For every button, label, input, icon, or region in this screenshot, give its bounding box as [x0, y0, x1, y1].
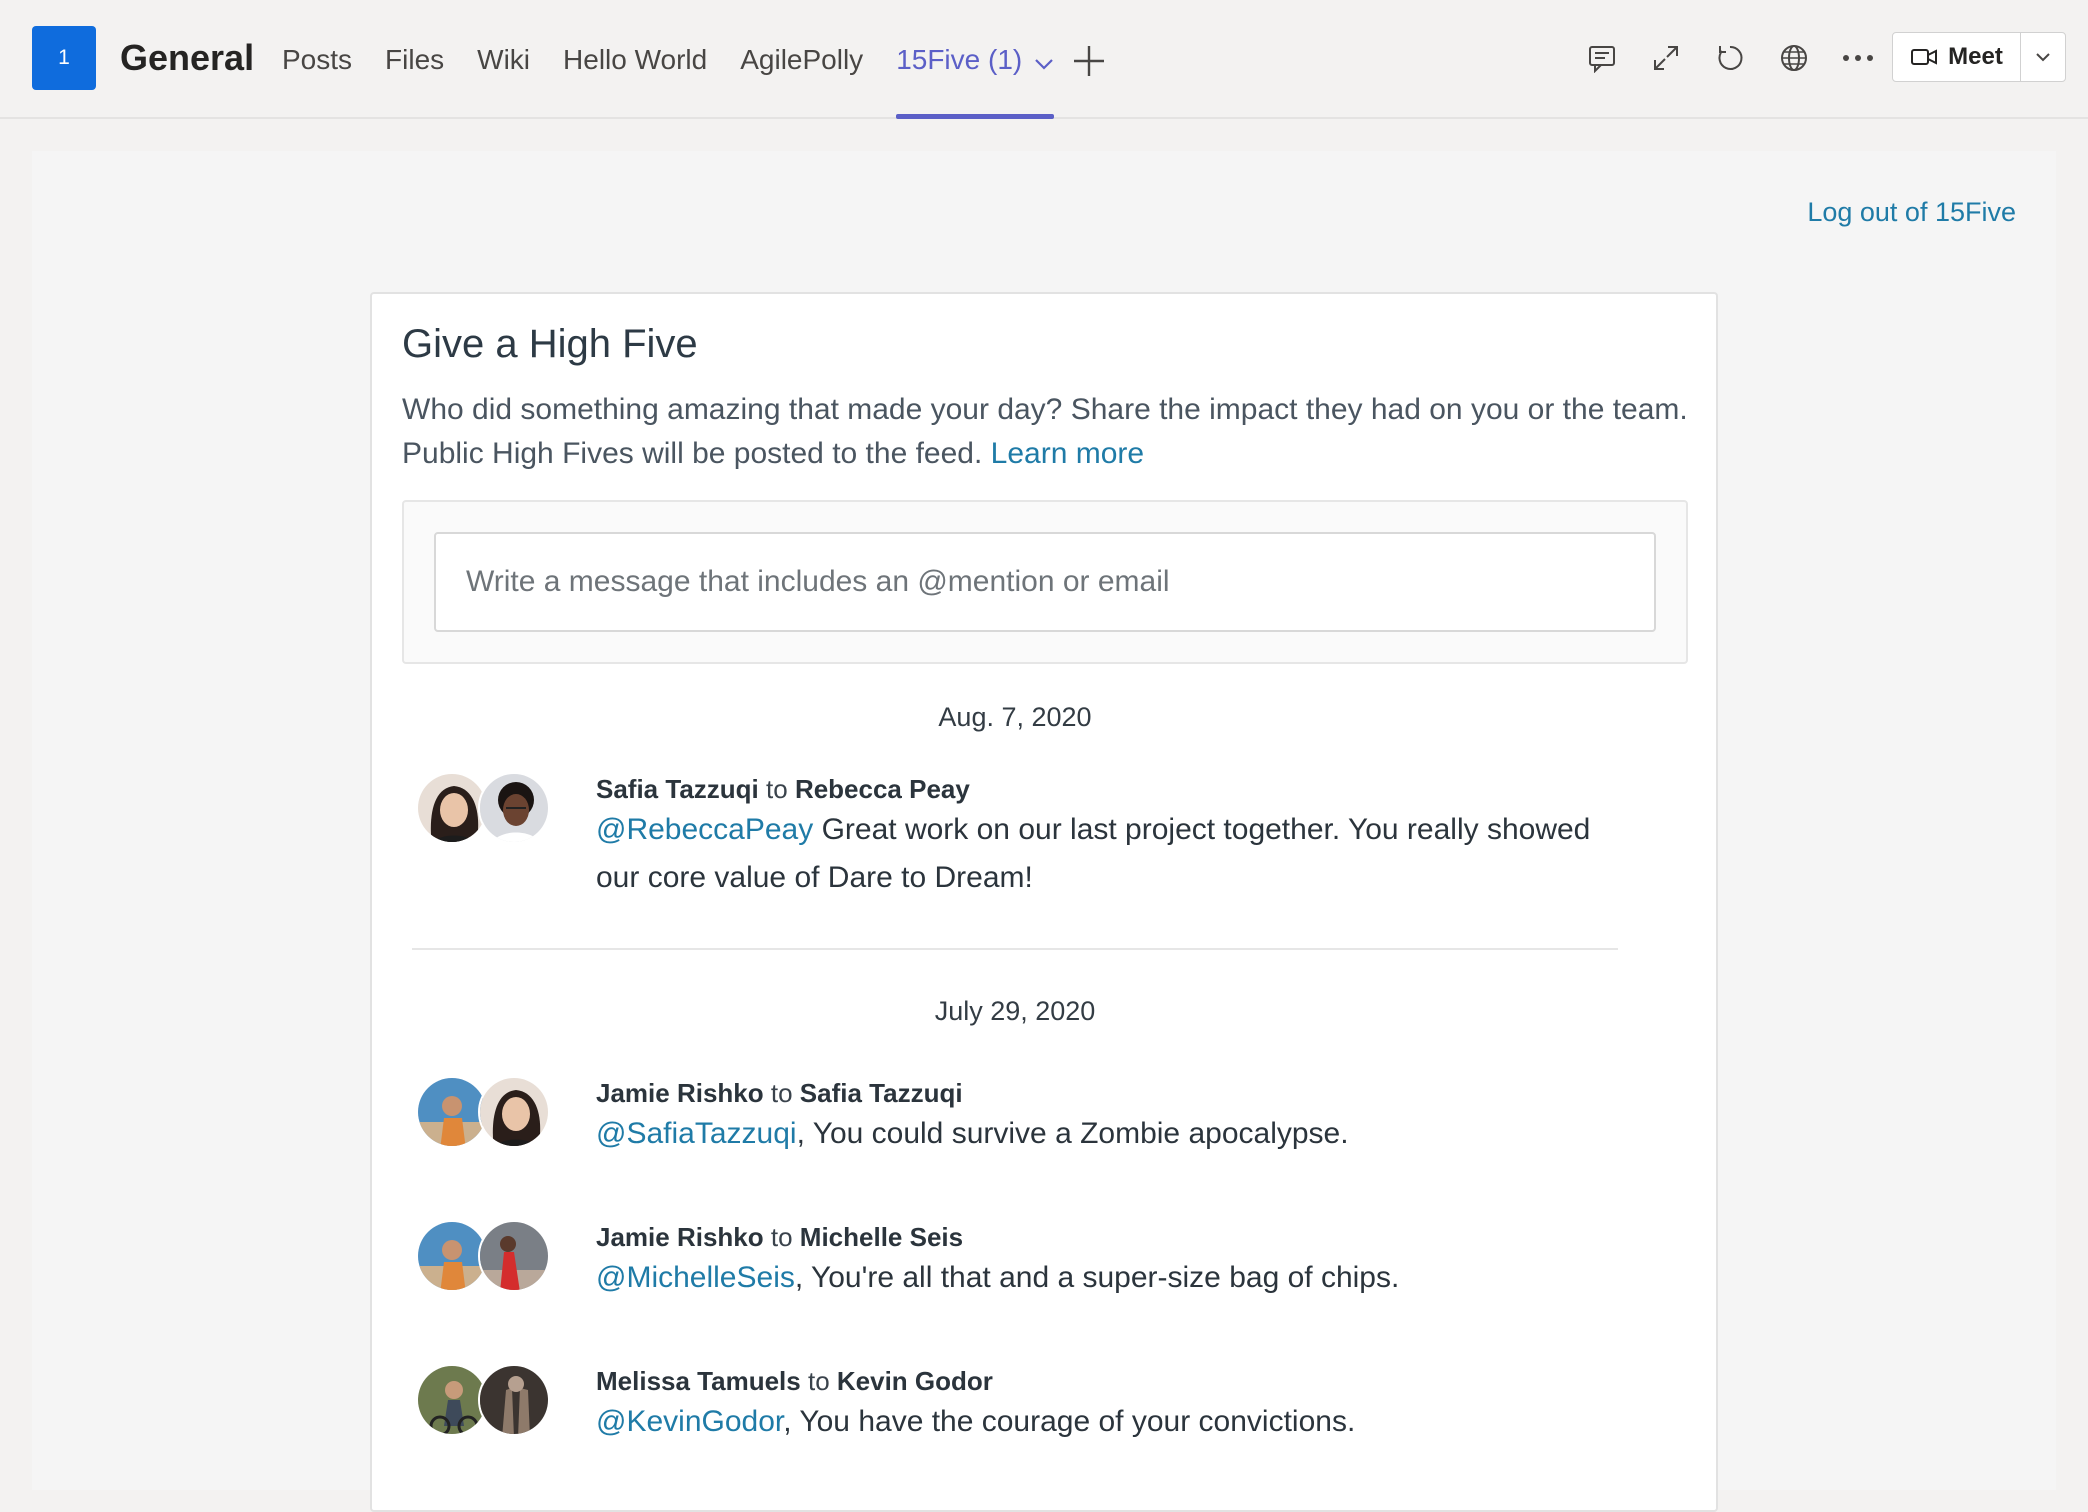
- entry-body: Jamie Rishko to Michelle Seis @MichelleS…: [596, 1220, 1618, 1302]
- plus-icon: [1074, 46, 1104, 76]
- entry-message: @KevinGodor, You have the courage of you…: [596, 1405, 1356, 1438]
- sender-name[interactable]: Melissa Tamuels: [596, 1366, 801, 1396]
- entry-header: Jamie Rishko to Safia Tazzuqi: [596, 1078, 963, 1108]
- entry-body: Safia Tazzuqi to Rebecca Peay @RebeccaPe…: [596, 772, 1618, 902]
- tab-files[interactable]: Files: [385, 34, 444, 119]
- high-five-card: Give a High Five Who did something amazi…: [370, 292, 1718, 1512]
- more-icon[interactable]: [1826, 38, 1890, 78]
- entry-header: Melissa Tamuels to Kevin Godor: [596, 1366, 993, 1396]
- recipient-name[interactable]: Kevin Godor: [837, 1366, 993, 1396]
- meet-button[interactable]: Meet: [1893, 33, 2021, 81]
- entry-header: Jamie Rishko to Michelle Seis: [596, 1222, 964, 1252]
- add-tab-button[interactable]: [1070, 42, 1108, 80]
- mention-link[interactable]: @RebeccaPeay: [596, 813, 813, 846]
- tab-content: Log out of 15Five Give a High Five Who d…: [32, 151, 2056, 1512]
- mention-link[interactable]: @MichelleSeis: [596, 1261, 795, 1294]
- channel-header: 1 General Posts Files Wiki Hello World A…: [0, 0, 2088, 119]
- channel-title: General: [120, 37, 255, 78]
- meet-label: Meet: [1948, 43, 2003, 70]
- entry-body: Melissa Tamuels to Kevin Godor @KevinGod…: [596, 1364, 1618, 1446]
- chevron-down-icon: [2036, 53, 2050, 62]
- avatar-pair: [416, 1076, 596, 1152]
- entry-message: @MichelleSeis, You're all that and a sup…: [596, 1261, 1400, 1294]
- team-initial: 1: [58, 46, 70, 69]
- video-camera-icon: [1911, 49, 1938, 65]
- sender-name[interactable]: Safia Tazzuqi: [596, 774, 759, 804]
- meet-options-button[interactable]: [2021, 33, 2065, 81]
- refresh-icon[interactable]: [1698, 38, 1762, 78]
- tab-15five[interactable]: 15Five (1): [896, 34, 1055, 119]
- globe-icon[interactable]: [1762, 38, 1826, 78]
- tab-wiki[interactable]: Wiki: [477, 34, 530, 119]
- avatar-pair: [416, 1220, 596, 1296]
- entry-header: Safia Tazzuqi to Rebecca Peay: [596, 774, 970, 804]
- header-actions: [1570, 38, 1890, 78]
- sender-name[interactable]: Jamie Rishko: [596, 1222, 764, 1252]
- logout-link[interactable]: Log out of 15Five: [1807, 197, 2016, 228]
- card-title: Give a High Five: [402, 322, 698, 366]
- avatar[interactable]: [478, 772, 550, 844]
- feed-entry: Safia Tazzuqi to Rebecca Peay @RebeccaPe…: [416, 772, 1618, 902]
- high-five-feed: Aug. 7, 2020 Safia Tazzuqi to Rebecca Pe…: [412, 694, 1618, 1446]
- recipient-name[interactable]: Rebecca Peay: [795, 774, 970, 804]
- conversation-icon[interactable]: [1570, 38, 1634, 78]
- date-heading: July 29, 2020: [934, 996, 1096, 1026]
- message-input[interactable]: [434, 532, 1656, 632]
- avatar[interactable]: [478, 1364, 550, 1436]
- tab-posts[interactable]: Posts: [282, 34, 352, 119]
- recipient-name[interactable]: Michelle Seis: [800, 1222, 963, 1252]
- mention-link[interactable]: @SafiaTazzuqi: [596, 1117, 797, 1150]
- entry-message: @RebeccaPeay Great work on our last proj…: [596, 813, 1591, 894]
- recipient-name[interactable]: Safia Tazzuqi: [800, 1078, 963, 1108]
- tab-hello-world[interactable]: Hello World: [563, 34, 707, 119]
- avatar-pair: [416, 1364, 596, 1440]
- entry-body: Jamie Rishko to Safia Tazzuqi @SafiaTazz…: [596, 1076, 1618, 1158]
- team-avatar[interactable]: 1: [32, 26, 96, 90]
- avatar[interactable]: [478, 1076, 550, 1148]
- feed-entry: Jamie Rishko to Safia Tazzuqi @SafiaTazz…: [416, 1076, 1618, 1158]
- feed-entry: Melissa Tamuels to Kevin Godor @KevinGod…: [416, 1364, 1618, 1446]
- expand-icon[interactable]: [1634, 38, 1698, 78]
- avatar-pair: [416, 772, 596, 848]
- learn-more-link[interactable]: Learn more: [991, 437, 1144, 470]
- avatar[interactable]: [478, 1220, 550, 1292]
- feed-entry: Jamie Rishko to Michelle Seis @MichelleS…: [416, 1220, 1618, 1302]
- mention-link[interactable]: @KevinGodor: [596, 1405, 783, 1438]
- tab-agilepolly[interactable]: AgilePolly: [740, 34, 863, 119]
- sender-name[interactable]: Jamie Rishko: [596, 1078, 764, 1108]
- date-heading: Aug. 7, 2020: [938, 702, 1092, 732]
- chevron-down-icon[interactable]: [1034, 36, 1054, 88]
- entry-message: @SafiaTazzuqi, You could survive a Zombi…: [596, 1117, 1349, 1150]
- tab-bar: Posts Files Wiki Hello World AgilePolly …: [282, 34, 1087, 119]
- compose-panel: [402, 500, 1688, 664]
- meet-button-group: Meet: [1892, 32, 2066, 82]
- card-description: Who did something amazing that made your…: [402, 393, 1688, 470]
